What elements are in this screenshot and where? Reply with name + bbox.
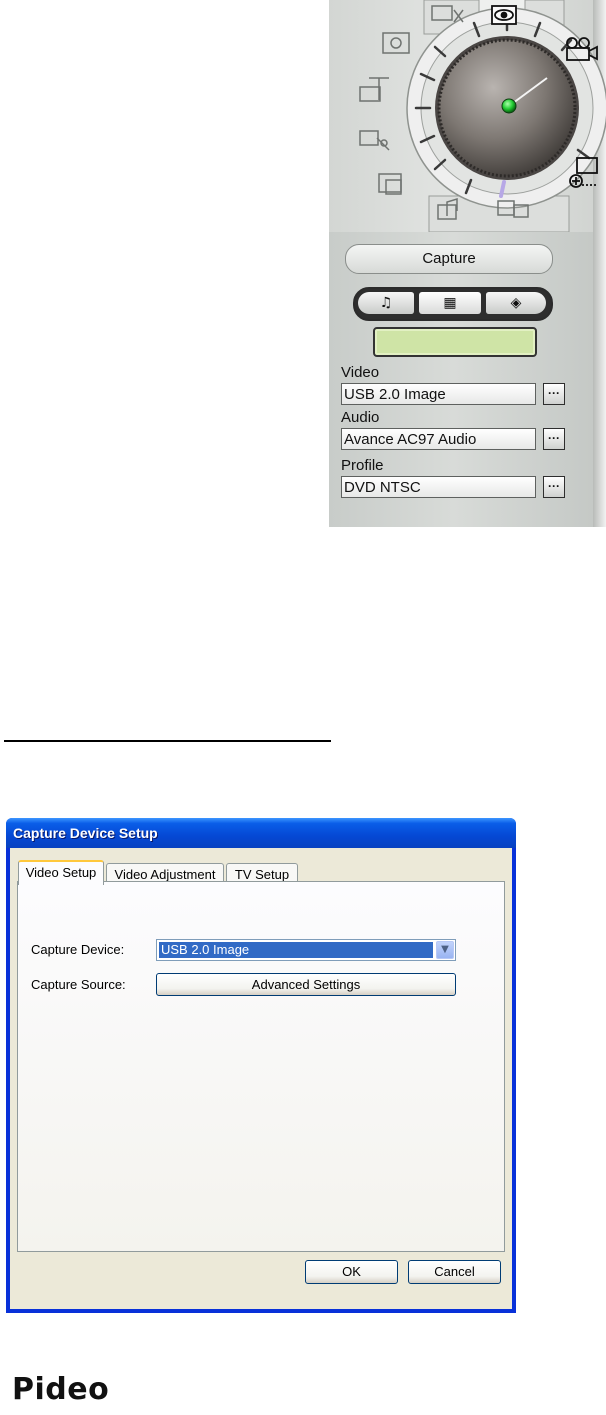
capture-device-label: Capture Device: [31, 942, 125, 957]
preview-eye-icon [491, 5, 517, 25]
profile-browse-button[interactable]: ··· [543, 476, 565, 498]
video-browse-button[interactable]: ··· [543, 383, 565, 405]
audio-device-field[interactable]: Avance AC97 Audio [341, 428, 536, 450]
ok-button[interactable]: OK [305, 1260, 398, 1284]
audio-film-icon [382, 32, 410, 54]
dialog-client-area: Video Setup Video Adjustment TV Setup Ca… [10, 848, 512, 1309]
video-setup-panel: Capture Device: USB 2.0 Image ▼ Capture … [17, 881, 505, 1252]
status-display [373, 327, 537, 357]
capture-panel: Capture ♫ ▦ ◈ Video USB 2.0 Image ··· Au… [329, 0, 606, 527]
dialog-titlebar[interactable]: Capture Device Setup [6, 818, 516, 848]
profile-label: Profile [341, 457, 384, 474]
capture-device-value: USB 2.0 Image [159, 942, 433, 958]
profile-field[interactable]: DVD NTSC [341, 476, 536, 498]
capture-device-setup-dialog: Capture Device Setup Video Setup Video A… [6, 818, 516, 1313]
chevron-down-icon[interactable]: ▼ [436, 941, 454, 959]
dial-indicator-light [501, 98, 517, 114]
film-strip-icon: ▦ [443, 295, 457, 311]
mode-dial[interactable] [329, 0, 606, 232]
disc-capture-button[interactable]: ◈ [486, 292, 546, 314]
video-device-field[interactable]: USB 2.0 Image [341, 383, 536, 405]
cancel-button[interactable]: Cancel [408, 1260, 501, 1284]
advanced-settings-button[interactable]: Advanced Settings [156, 973, 456, 996]
pideo-logo: Pideo [12, 1372, 110, 1407]
effects-film-icon [359, 130, 390, 151]
title-film-icon [359, 77, 389, 102]
disc-icon: ◈ [510, 295, 522, 311]
dialog-title: Capture Device Setup [13, 825, 158, 841]
tab-video-setup[interactable]: Video Setup [18, 860, 104, 885]
capture-mode-title: Capture [345, 244, 553, 274]
video-capture-button[interactable]: ▦ [419, 292, 481, 314]
capture-type-toggle: ♫ ▦ ◈ [353, 287, 553, 321]
video-label: Video [341, 364, 380, 381]
audio-browse-button[interactable]: ··· [543, 428, 565, 450]
capture-device-dropdown[interactable]: USB 2.0 Image ▼ [156, 939, 456, 961]
overlay-film-icon [378, 173, 402, 195]
audio-capture-button[interactable]: ♫ [358, 292, 414, 314]
section-divider [4, 740, 331, 742]
capture-source-label: Capture Source: [31, 977, 126, 992]
music-note-icon: ♫ [379, 295, 393, 311]
audio-label: Audio [341, 409, 380, 426]
